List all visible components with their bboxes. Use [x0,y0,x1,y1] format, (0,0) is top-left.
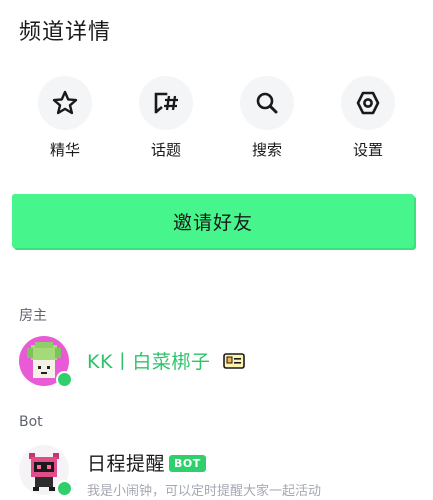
featured-button[interactable] [38,76,92,130]
owner-name-line: KK丨白菜梆子 [87,347,245,374]
action-search[interactable]: 搜索 [232,76,302,160]
action-settings[interactable]: 设置 [333,76,403,160]
topic-hash-icon [154,92,178,114]
bot-row[interactable]: 日程提醒 BOT 我是小闹钟，可以定时提醒大家一起活动 [19,445,419,499]
action-topics[interactable]: 话题 [131,76,201,160]
page-title: 频道详情 [19,20,112,45]
owner-name[interactable]: KK丨白菜梆子 [87,351,210,373]
online-status-dot [56,371,73,388]
action-label: 设置 [352,141,383,159]
bot-description: 我是小闹钟，可以定时提醒大家一起活动 [87,484,322,499]
id-card-badge-icon [223,352,245,374]
star-icon [52,90,78,115]
bot-name[interactable]: 日程提醒 [87,453,165,475]
settings-button[interactable] [341,76,395,130]
bot-name-line: 日程提醒 BOT [87,449,206,476]
section-label-bot: Bot [19,414,43,430]
invite-friends-button[interactable]: 邀请好友 [12,194,414,248]
action-label: 搜索 [251,141,282,159]
search-icon [256,92,278,114]
action-label: 话题 [150,141,181,159]
action-bar: 精华 话题 搜索 设置 [0,76,433,166]
owner-row[interactable]: KK丨白菜梆子 [19,336,419,388]
settings-icon [356,91,380,115]
section-label-owner: 房主 [19,308,47,324]
action-featured[interactable]: 精华 [30,76,100,160]
avatar[interactable] [19,445,73,497]
topics-button[interactable] [139,76,193,130]
bot-badge: BOT [169,455,206,472]
avatar[interactable] [19,336,73,388]
online-status-dot [56,480,73,497]
search-button[interactable] [240,76,294,130]
action-label: 精华 [49,141,80,159]
